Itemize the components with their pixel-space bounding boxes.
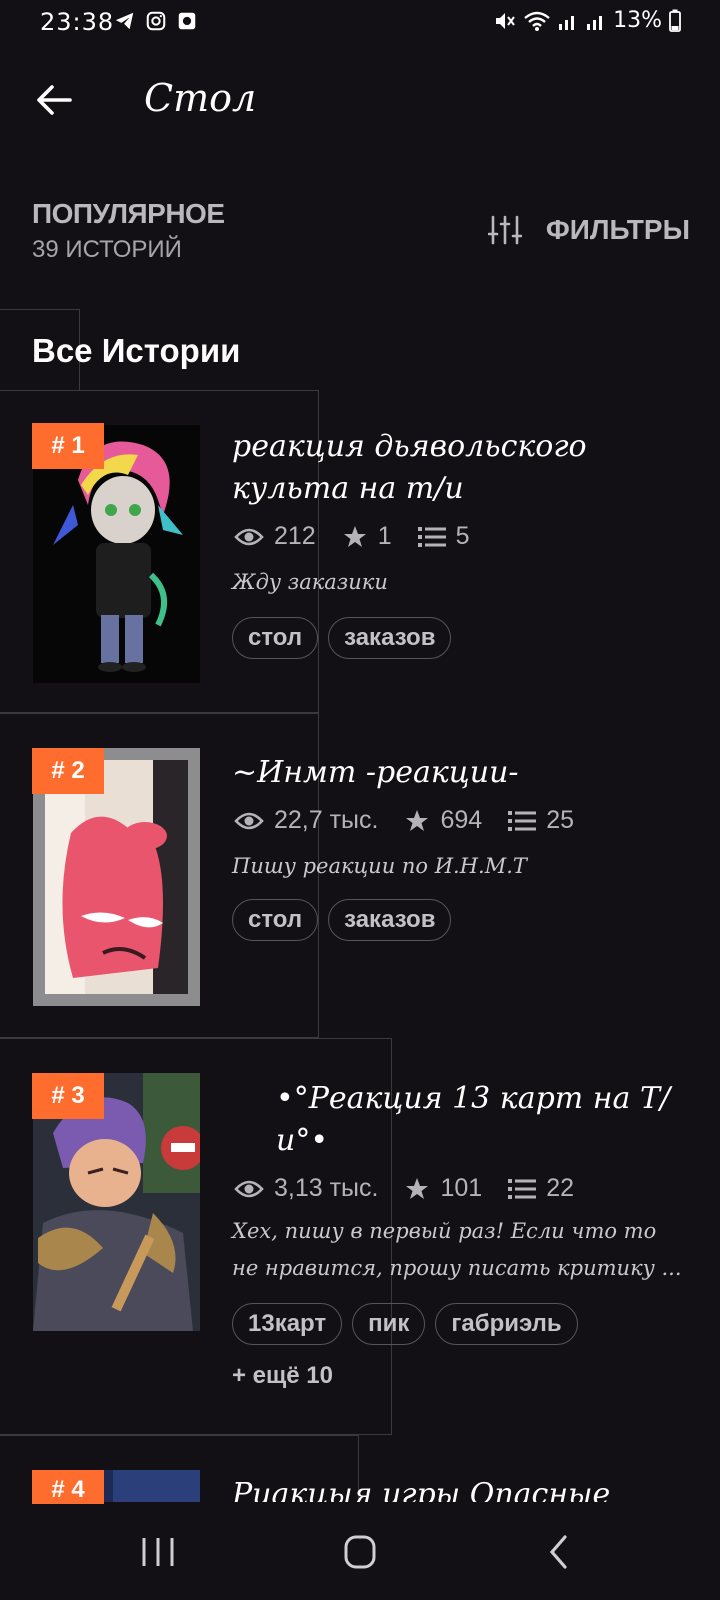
- section-header: ПОПУЛЯРНОЕ 39 ИСТОРИЙ: [32, 198, 225, 264]
- story-title[interactable]: ~Инмт -реакции-: [232, 752, 672, 794]
- rank-badge: # 4: [32, 1470, 104, 1504]
- story-title[interactable]: Риакцыя игры Опасные: [232, 1474, 672, 1504]
- views-count: 212: [274, 522, 316, 550]
- views-stat: 22,7 тыс.: [234, 806, 378, 835]
- rank-badge: # 3: [32, 1073, 104, 1119]
- story-title[interactable]: реакция дьявольского культа на т/и: [232, 426, 672, 510]
- star-icon: [406, 809, 429, 831]
- status-time: 23:38: [40, 8, 115, 36]
- stars-stat: 694: [404, 806, 482, 835]
- app-notification-icon: [178, 12, 196, 30]
- stars-count: 101: [440, 1174, 483, 1202]
- list-icon: [417, 526, 446, 547]
- battery-icon: [669, 9, 681, 32]
- home-button[interactable]: [330, 1532, 390, 1572]
- tag-chip[interactable]: 13карт: [232, 1303, 343, 1345]
- rank-badge: # 2: [32, 748, 104, 794]
- instagram-icon: [146, 11, 166, 31]
- app-bar: Стол: [0, 60, 720, 140]
- filters-label: ФИЛЬТРЫ: [545, 214, 690, 245]
- eye-icon: [234, 812, 264, 829]
- story-title[interactable]: •°Реакция 13 карт на Т/и°•: [232, 1078, 672, 1162]
- system-nav-bar: [0, 1502, 720, 1600]
- status-bar: 23:38 13%: [0, 0, 720, 44]
- story-description: Жду заказики: [232, 570, 388, 594]
- mute-icon: [496, 12, 515, 29]
- story-description: Пишу реакции по И.Н.М.Т: [232, 854, 527, 878]
- wifi-icon: [524, 11, 550, 31]
- tag-chip[interactable]: заказов: [328, 899, 452, 941]
- rank-badge: # 1: [32, 423, 104, 469]
- signal-icon: [559, 15, 575, 30]
- system-back-button[interactable]: [530, 1532, 590, 1572]
- parts-stat: 22: [508, 1174, 574, 1203]
- more-tags-link[interactable]: + ещё 10: [232, 1362, 333, 1390]
- battery-percent: 13%: [613, 8, 662, 33]
- telegram-icon: [115, 12, 134, 30]
- home-icon: [344, 1535, 376, 1569]
- filters-button[interactable]: ФИЛЬТРЫ: [487, 214, 690, 246]
- recent-apps-button[interactable]: [128, 1532, 188, 1572]
- star-icon: [406, 1177, 429, 1199]
- story-count: 39 ИСТОРИЙ: [32, 236, 182, 263]
- story-stats: 3,13 тыс. 101 22: [234, 1174, 600, 1203]
- section-title: ПОПУЛЯРНОЕ: [32, 198, 225, 229]
- back-icon: [549, 1535, 567, 1569]
- back-button[interactable]: [30, 75, 80, 125]
- tag-chip[interactable]: пик: [352, 1303, 426, 1345]
- story-tags: стол заказов: [232, 899, 452, 941]
- parts-stat: 5: [417, 522, 470, 551]
- views-stat: 212: [234, 522, 316, 551]
- signal-icon: [587, 15, 603, 30]
- tag-chip[interactable]: стол: [232, 899, 319, 941]
- story-tags: стол заказов: [232, 617, 452, 659]
- story-description: Хех, пишу в первый раз! Если что то не н…: [232, 1219, 682, 1280]
- page-title: Стол: [144, 76, 257, 120]
- parts-count: 5: [455, 522, 470, 550]
- story-stats: 22,7 тыс. 694 25: [234, 806, 600, 835]
- tag-chip[interactable]: заказов: [328, 617, 452, 659]
- star-icon: [343, 525, 366, 547]
- recent-apps-icon: [142, 1538, 174, 1566]
- tag-chip[interactable]: габриэль: [435, 1303, 578, 1345]
- parts-stat: 25: [508, 806, 574, 835]
- stars-stat: 101: [404, 1174, 482, 1203]
- sliders-icon: [487, 215, 522, 245]
- stars-count: 694: [440, 806, 483, 834]
- status-right: 13%: [493, 8, 682, 33]
- stars-count: 1: [377, 522, 392, 550]
- list-icon: [508, 810, 537, 831]
- arrow-left-icon: [37, 85, 72, 115]
- parts-count: 25: [546, 806, 574, 834]
- views-count: 22,7 тыс.: [274, 806, 379, 834]
- views-stat: 3,13 тыс.: [234, 1174, 378, 1203]
- parts-count: 22: [546, 1174, 574, 1202]
- list-icon: [508, 1178, 537, 1199]
- tab-all-stories[interactable]: Все Истории: [32, 332, 240, 370]
- views-count: 3,13 тыс.: [274, 1174, 379, 1202]
- stars-stat: 1: [342, 522, 392, 551]
- eye-icon: [234, 528, 264, 545]
- tag-chip[interactable]: стол: [232, 617, 319, 659]
- story-stats: 212 1 5: [234, 522, 496, 551]
- story-tags: 13карт пик габриэль: [232, 1303, 578, 1345]
- eye-icon: [234, 1180, 264, 1197]
